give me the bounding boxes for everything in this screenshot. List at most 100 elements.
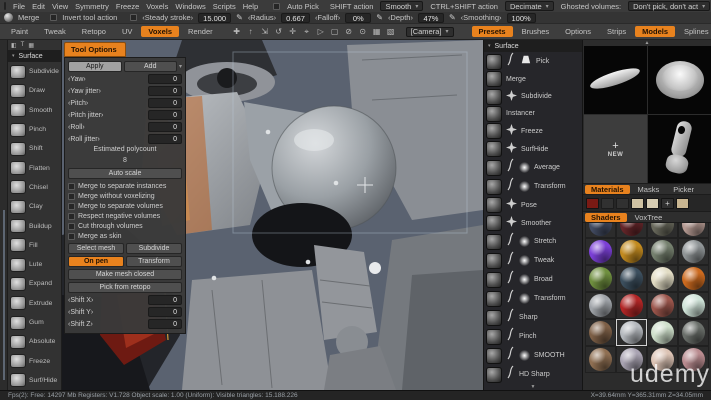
tool-item-clay[interactable]: Clay <box>8 197 61 216</box>
option-checkbox-row[interactable]: Merge without voxelizing <box>68 191 182 201</box>
grid-mini-icon[interactable]: ▦ <box>28 42 34 49</box>
menu-symmetry[interactable]: Symmetry <box>75 2 109 11</box>
spinner-value[interactable]: 0 <box>148 110 182 120</box>
preset-item-smoother[interactable]: Smoother <box>484 214 582 232</box>
room-tab-voxels[interactable]: Voxels <box>141 26 179 37</box>
on-pen-button[interactable]: On pen <box>68 256 124 267</box>
spinner-value[interactable]: 0 <box>148 74 182 84</box>
option-checkbox-row[interactable]: Merge to separate volumes <box>68 201 182 211</box>
spinner-value[interactable]: 0 <box>148 307 182 317</box>
focus-icon[interactable]: ⊙ <box>358 27 368 37</box>
add-material-swatch[interactable]: + <box>661 198 674 209</box>
preset-item-broad[interactable]: Broad <box>484 270 582 289</box>
material-swatch[interactable] <box>646 198 659 209</box>
tool-item-freeze[interactable]: Freeze <box>8 351 61 370</box>
material-swatch-ghost[interactable] <box>601 198 614 209</box>
preset-item-merge[interactable]: Merge <box>484 71 582 88</box>
tool-item-extrude[interactable]: Extrude <box>8 294 61 313</box>
shader-swatch[interactable] <box>585 346 616 373</box>
room-tab-retopo[interactable]: Retopo <box>75 26 113 37</box>
checkbox-icon[interactable] <box>68 183 75 190</box>
checkbox-icon[interactable] <box>68 213 75 220</box>
make-mesh-closed-button[interactable]: Make mesh closed <box>68 269 182 280</box>
shader-swatch[interactable] <box>647 265 678 292</box>
dock-tab-splines[interactable]: Splines <box>677 26 711 37</box>
shift-action-dropdown[interactable]: Smooth▾ <box>380 1 423 11</box>
tool-item-surfhide[interactable]: Surf/Hide <box>8 371 61 390</box>
shader-swatch[interactable] <box>585 292 616 319</box>
preset-item-surfhide[interactable]: SurfHide <box>484 140 582 158</box>
preset-item-instancer[interactable]: Instancer <box>484 106 582 123</box>
tool-item-chisel[interactable]: Chisel <box>8 178 61 197</box>
disable-icon[interactable]: ⊘ <box>344 27 354 37</box>
room-tab-tweak[interactable]: Tweak <box>37 26 73 37</box>
ctrl-shift-action-dropdown[interactable]: Decimate▾ <box>505 1 554 11</box>
pen-pressure-icon[interactable]: ✎ <box>376 13 383 22</box>
option-checkbox-row[interactable]: Respect negative volumes <box>68 211 182 221</box>
room-tab-render[interactable]: Render <box>181 26 220 37</box>
checkbox-icon[interactable] <box>68 203 75 210</box>
dock-tab-strips[interactable]: Strips <box>600 26 633 37</box>
scale-icon[interactable]: ⇲ <box>260 27 270 37</box>
tool-options-tab[interactable]: Tool Options <box>64 42 126 57</box>
shader-swatch[interactable] <box>647 292 678 319</box>
preset-item-stretch[interactable]: Stretch <box>484 232 582 251</box>
dock-tab-brushes[interactable]: Brushes <box>515 26 557 37</box>
add-model-cell[interactable]: +NEW <box>584 115 647 183</box>
pick-target-icon[interactable]: ⌖ <box>302 27 312 37</box>
rotate-icon[interactable]: ↺ <box>274 27 284 37</box>
pen-pressure-icon[interactable]: ✎ <box>449 13 456 22</box>
auto-scale-button[interactable]: Auto scale <box>68 168 182 179</box>
room-tab-uv[interactable]: UV <box>115 26 139 37</box>
shader-swatch[interactable] <box>616 292 647 319</box>
menu-freeze[interactable]: Freeze <box>116 2 139 11</box>
material-swatch[interactable] <box>586 198 599 209</box>
shader-swatch[interactable] <box>585 319 616 346</box>
tool-item-buildup[interactable]: Buildup <box>8 216 61 235</box>
auto-pick-checkbox[interactable] <box>273 3 280 10</box>
option-checkbox-row[interactable]: Cut through volumes <box>68 221 182 231</box>
shader-swatch[interactable] <box>647 319 678 346</box>
shader-swatch[interactable] <box>678 265 709 292</box>
preset-item-transform[interactable]: Transform <box>484 177 582 196</box>
add-button[interactable]: Add <box>124 61 178 72</box>
menu-help[interactable]: Help <box>243 2 258 11</box>
shaders-tab-voxtree[interactable]: VoxTree <box>629 213 669 222</box>
menu-windows[interactable]: Windows <box>175 2 205 11</box>
preset-item-freeze[interactable]: Freeze <box>484 122 582 140</box>
dock-tab-options[interactable]: Options <box>558 26 598 37</box>
room-tab-paint[interactable]: Paint <box>4 26 35 37</box>
apply-button[interactable]: Apply <box>68 61 122 72</box>
shader-swatch[interactable] <box>585 238 616 265</box>
preset-item-transform[interactable]: Transform <box>484 289 582 308</box>
select-mesh-button[interactable]: Select mesh <box>68 243 124 254</box>
tool-item-expand[interactable]: Expand <box>8 274 61 293</box>
materials-tab-picker[interactable]: Picker <box>667 185 700 194</box>
shader-swatch[interactable] <box>585 265 616 292</box>
preset-item-subdivide[interactable]: Subdivide <box>484 88 582 106</box>
spinner-value[interactable]: 0 <box>148 122 182 132</box>
frame-icon[interactable]: ▢ <box>330 27 340 37</box>
spinner-value[interactable]: 0 <box>148 319 182 329</box>
option-checkbox-row[interactable]: Merge to separate instances <box>68 181 182 191</box>
param-value[interactable]: 15.000 <box>198 13 231 23</box>
param-value[interactable]: 47% <box>418 13 444 23</box>
disc-model-thumb[interactable] <box>648 46 711 114</box>
tool-item-flatten[interactable]: Flatten <box>8 158 61 177</box>
preset-item-pose[interactable]: Pose <box>484 196 582 214</box>
shader-swatch[interactable] <box>616 265 647 292</box>
shader-swatch[interactable] <box>616 223 647 238</box>
play-icon[interactable]: ▷ <box>316 27 326 37</box>
zipper-model-thumb[interactable] <box>648 115 711 183</box>
shader-swatch[interactable] <box>678 238 709 265</box>
shader-swatch[interactable] <box>616 238 647 265</box>
preset-item-hdsharp[interactable]: HD Sharp <box>484 365 582 384</box>
shader-swatch[interactable] <box>585 223 616 238</box>
pen-pressure-icon[interactable]: ✎ <box>236 13 243 22</box>
shaders-tab-shaders[interactable]: Shaders <box>585 213 627 222</box>
presets-panel-header[interactable]: ▾ Surface <box>484 40 582 52</box>
preset-item-smooth[interactable]: SMOOTH <box>484 346 582 365</box>
shader-swatch[interactable] <box>616 319 647 346</box>
shader-swatch[interactable] <box>678 319 709 346</box>
tool-item-fill[interactable]: Fill <box>8 236 61 255</box>
